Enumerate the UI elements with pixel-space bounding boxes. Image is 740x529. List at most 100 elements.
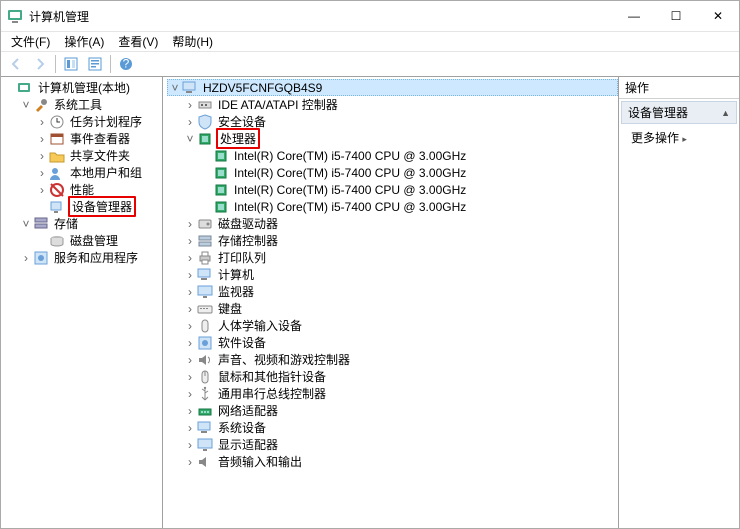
services-icon bbox=[33, 250, 49, 266]
left-pane: ▸ 计算机管理(本地) ˅ 系统工具 ›任务计划程序 bbox=[1, 77, 163, 528]
menu-view[interactable]: 查看(V) bbox=[112, 32, 164, 51]
computer-icon bbox=[197, 267, 213, 283]
node-label: Intel(R) Core(TM) i5-7400 CPU @ 3.00GHz bbox=[232, 183, 468, 197]
actions-category-label: 设备管理器 bbox=[628, 104, 688, 121]
device-disk-drives[interactable]: ›磁盘驱动器 bbox=[183, 215, 618, 232]
mmc-icon bbox=[17, 80, 33, 96]
expand-icon[interactable]: › bbox=[183, 115, 197, 129]
minimize-button[interactable]: — bbox=[613, 1, 655, 31]
device-keyboards[interactable]: ›键盘 bbox=[183, 300, 618, 317]
node-label: 显示适配器 bbox=[216, 436, 280, 453]
collapse-icon[interactable]: ˅ bbox=[19, 217, 33, 231]
tree-task-scheduler[interactable]: ›任务计划程序 bbox=[35, 113, 162, 130]
forward-button bbox=[29, 53, 51, 75]
performance-icon bbox=[49, 182, 65, 198]
tree-services-apps[interactable]: ›服务和应用程序 bbox=[19, 249, 162, 266]
expand-icon[interactable]: › bbox=[183, 438, 197, 452]
expand-icon[interactable]: › bbox=[183, 217, 197, 231]
device-manager-icon bbox=[49, 199, 65, 215]
device-cpu-core[interactable]: ›Intel(R) Core(TM) i5-7400 CPU @ 3.00GHz bbox=[199, 181, 618, 198]
menu-help[interactable]: 帮助(H) bbox=[166, 32, 219, 51]
tree-storage[interactable]: ˅ 存储 bbox=[19, 215, 162, 232]
expand-icon[interactable]: › bbox=[183, 421, 197, 435]
expand-icon[interactable]: › bbox=[35, 115, 49, 129]
expand-icon[interactable]: › bbox=[183, 302, 197, 316]
cpu-icon bbox=[213, 148, 229, 164]
tools-icon bbox=[33, 97, 49, 113]
device-cpu-core[interactable]: ›Intel(R) Core(TM) i5-7400 CPU @ 3.00GHz bbox=[199, 164, 618, 181]
device-software[interactable]: ›软件设备 bbox=[183, 334, 618, 351]
clock-icon bbox=[49, 114, 65, 130]
device-usb[interactable]: ›通用串行总线控制器 bbox=[183, 385, 618, 402]
expand-icon[interactable]: › bbox=[183, 370, 197, 384]
device-ide-controllers[interactable]: ›IDE ATA/ATAPI 控制器 bbox=[183, 96, 618, 113]
device-audio-io[interactable]: ›音频输入和输出 bbox=[183, 453, 618, 470]
device-processors[interactable]: ˅处理器 bbox=[183, 130, 618, 147]
tree-disk-management[interactable]: ›磁盘管理 bbox=[35, 232, 162, 249]
node-label: 网络适配器 bbox=[216, 402, 280, 419]
expand-icon[interactable]: › bbox=[35, 166, 49, 180]
node-label: 系统工具 bbox=[52, 96, 104, 113]
expand-icon[interactable]: › bbox=[183, 455, 197, 469]
speaker-icon bbox=[197, 352, 213, 368]
storage-ctl-icon bbox=[197, 233, 213, 249]
device-computers[interactable]: › 计算机 bbox=[183, 266, 618, 283]
device-computer-node[interactable]: ˅ HZDV5FCNFGQB4S9 bbox=[167, 79, 618, 96]
close-button[interactable]: ✕ bbox=[697, 1, 739, 31]
title-bar: 计算机管理 — ☐ ✕ bbox=[1, 1, 739, 31]
node-label: HZDV5FCNFGQB4S9 bbox=[201, 81, 324, 95]
tree-event-viewer[interactable]: › 事件查看器 bbox=[35, 130, 162, 147]
device-cpu-core[interactable]: ›Intel(R) Core(TM) i5-7400 CPU @ 3.00GHz bbox=[199, 147, 618, 164]
tree-shared-folders[interactable]: ›共享文件夹 bbox=[35, 147, 162, 164]
device-display[interactable]: › 显示适配器 bbox=[183, 436, 618, 453]
device-system[interactable]: ›系统设备 bbox=[183, 419, 618, 436]
expand-icon[interactable]: › bbox=[183, 336, 197, 350]
device-network[interactable]: › 网络适配器 bbox=[183, 402, 618, 419]
device-mice[interactable]: ›鼠标和其他指针设备 bbox=[183, 368, 618, 385]
show-hide-tree-button[interactable] bbox=[60, 53, 82, 75]
main-area: ▸ 计算机管理(本地) ˅ 系统工具 ›任务计划程序 bbox=[1, 77, 739, 528]
toolbar-separator bbox=[55, 55, 56, 73]
tree-root-computer-management[interactable]: ▸ 计算机管理(本地) bbox=[3, 79, 162, 96]
device-audio-video-game[interactable]: ›声音、视频和游戏控制器 bbox=[183, 351, 618, 368]
expand-icon[interactable]: › bbox=[183, 234, 197, 248]
node-label: 人体学输入设备 bbox=[216, 317, 304, 334]
node-label: 计算机 bbox=[216, 266, 256, 283]
expand-icon[interactable]: › bbox=[35, 132, 49, 146]
expand-icon[interactable]: › bbox=[183, 353, 197, 367]
expand-icon[interactable]: › bbox=[19, 251, 33, 265]
actions-category[interactable]: 设备管理器 ▲ bbox=[621, 101, 737, 124]
properties-button[interactable] bbox=[84, 53, 106, 75]
expand-icon[interactable]: › bbox=[183, 387, 197, 401]
tree-device-manager[interactable]: ›设备管理器 bbox=[35, 198, 162, 215]
device-hid[interactable]: › 人体学输入设备 bbox=[183, 317, 618, 334]
device-cpu-core[interactable]: ›Intel(R) Core(TM) i5-7400 CPU @ 3.00GHz bbox=[199, 198, 618, 215]
audio-icon bbox=[197, 454, 213, 470]
collapse-icon[interactable]: ˅ bbox=[183, 132, 197, 146]
node-label: 监视器 bbox=[216, 283, 256, 300]
node-label: 事件查看器 bbox=[68, 130, 132, 147]
help-button[interactable]: ? bbox=[115, 53, 137, 75]
menu-file[interactable]: 文件(F) bbox=[5, 32, 56, 51]
node-label: 打印队列 bbox=[216, 249, 268, 266]
expand-icon[interactable]: › bbox=[183, 319, 197, 333]
node-label: Intel(R) Core(TM) i5-7400 CPU @ 3.00GHz bbox=[232, 149, 468, 163]
expand-icon[interactable]: › bbox=[183, 268, 197, 282]
expand-icon[interactable]: › bbox=[183, 251, 197, 265]
menu-action[interactable]: 操作(A) bbox=[58, 32, 110, 51]
tree-system-tools[interactable]: ˅ 系统工具 bbox=[19, 96, 162, 113]
actions-more[interactable]: 更多操作 ▸ bbox=[621, 126, 737, 149]
maximize-button[interactable]: ☐ bbox=[655, 1, 697, 31]
device-storage-controllers[interactable]: ›存储控制器 bbox=[183, 232, 618, 249]
device-monitors[interactable]: › 监视器 bbox=[183, 283, 618, 300]
actions-header: 操作 bbox=[619, 77, 739, 99]
tree-local-users[interactable]: ›本地用户和组 bbox=[35, 164, 162, 181]
collapse-icon[interactable]: ˅ bbox=[19, 98, 33, 112]
expand-icon[interactable]: › bbox=[183, 98, 197, 112]
expand-icon[interactable]: › bbox=[35, 149, 49, 163]
expand-icon[interactable]: › bbox=[35, 183, 49, 197]
expand-icon[interactable]: › bbox=[183, 285, 197, 299]
collapse-icon[interactable]: ˅ bbox=[168, 81, 182, 95]
expand-icon[interactable]: › bbox=[183, 404, 197, 418]
device-print-queues[interactable]: › 打印队列 bbox=[183, 249, 618, 266]
